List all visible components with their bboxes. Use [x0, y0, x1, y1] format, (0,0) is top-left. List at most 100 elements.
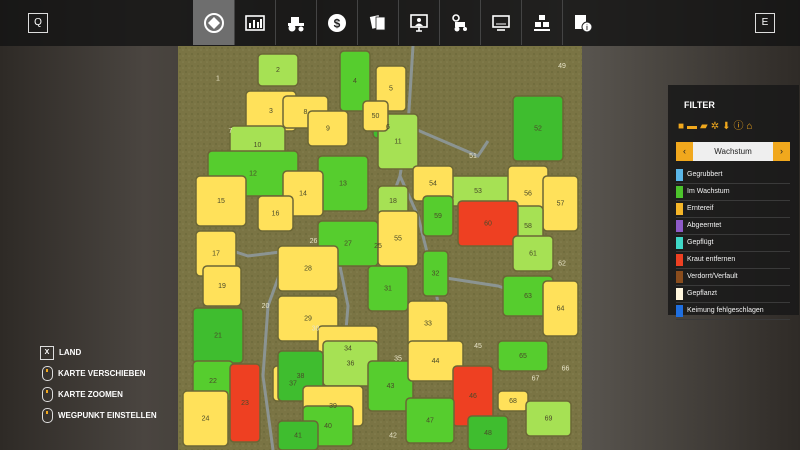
filter-icons: ■ ▬ ▰ ✲ ⬇ ⓘ ⌂	[678, 121, 753, 135]
field-label-46: 46	[469, 393, 477, 400]
trailer-icon[interactable]: ▬	[687, 121, 697, 135]
tab-prices[interactable]	[234, 0, 275, 45]
field-label-52: 52	[534, 126, 542, 133]
legend-swatch	[676, 305, 683, 317]
tab-production[interactable]	[521, 0, 562, 45]
legend-label: Abgeerntet	[687, 222, 722, 229]
field-label-60: 60	[484, 221, 492, 228]
presentation-icon	[409, 13, 428, 32]
field-label-20: 20	[262, 303, 270, 310]
field-label-56: 56	[524, 191, 532, 198]
field-label-49: 49	[558, 63, 566, 70]
map-icon	[203, 12, 224, 33]
filter-dropdown[interactable]: ‹ Wachstum ›	[676, 142, 790, 161]
tab-garage[interactable]	[439, 0, 480, 45]
field-label-10: 10	[254, 142, 262, 149]
legend-label: Gegrubbert	[687, 171, 723, 178]
field-label-29: 29	[304, 316, 312, 323]
field-label-62: 62	[558, 261, 566, 268]
tab-vehicles[interactable]	[275, 0, 316, 45]
field-label-23: 23	[241, 400, 249, 407]
tractor-icon[interactable]: ■	[678, 121, 684, 135]
field-label-8: 8	[304, 109, 308, 116]
legend-swatch	[676, 254, 683, 266]
field-label-44: 44	[432, 358, 440, 365]
field-label-65: 65	[519, 353, 527, 360]
field-label-66: 66	[562, 366, 570, 373]
chart-icon	[244, 14, 265, 31]
control-hint: WEGPUNKT EINSTELLEN	[40, 405, 157, 426]
chevron-right-icon[interactable]: ›	[773, 142, 790, 161]
key-icon[interactable]: X	[40, 345, 54, 360]
alert-icon[interactable]: ⓘ	[734, 121, 744, 135]
field-label-63: 63	[524, 293, 532, 300]
control-hint: KARTE ZOOMEN	[40, 384, 157, 405]
prev-tab-key[interactable]: Q	[28, 13, 48, 33]
field-label-42: 42	[389, 433, 397, 440]
farm-map[interactable]: 1 2 3 4 5 6 7 8 9 10 11 12 13 14 15 16 17 18 19 20 21 22 23 24 2…	[178, 46, 582, 450]
field-label-64: 64	[557, 306, 565, 313]
field-label-38: 38	[297, 373, 305, 380]
legend-item[interactable]: Erntereif	[676, 201, 790, 218]
legend-item[interactable]: Verdorrt/Verfault	[676, 269, 790, 286]
field-label-34: 34	[344, 346, 352, 353]
truck-icon[interactable]: ▰	[700, 121, 708, 135]
tab-map[interactable]	[193, 0, 234, 45]
field-label-39: 39	[329, 403, 337, 410]
field-label-19: 19	[218, 283, 226, 290]
field-label-58: 58	[524, 223, 532, 230]
field-label-50: 50	[372, 113, 380, 120]
field-label-4: 4	[353, 78, 357, 85]
field-label-28: 28	[304, 266, 312, 273]
legend-label: Gepflanzt	[687, 290, 717, 297]
legend-item[interactable]: Gepflanzt	[676, 286, 790, 303]
field-label-48: 48	[484, 430, 492, 437]
legend-swatch	[676, 271, 683, 283]
tab-contracts[interactable]	[357, 0, 398, 45]
field-label-25: 25	[374, 243, 382, 250]
tractor-icon	[287, 16, 304, 31]
legend-label: Verdorrt/Verfault	[687, 273, 738, 280]
field-label-18: 18	[389, 198, 397, 205]
field-label-40: 40	[324, 423, 332, 430]
legend-swatch	[676, 186, 683, 198]
legend-swatch	[676, 288, 683, 300]
legend-label: Kraut entfernen	[687, 256, 736, 263]
production-icon	[533, 14, 550, 31]
tab-finances[interactable]: $	[316, 0, 357, 45]
tab-help[interactable]	[398, 0, 439, 45]
tab-info[interactable]: i	[562, 0, 603, 45]
filter-dropdown-value: Wachstum	[714, 147, 752, 156]
legend-item[interactable]: Abgeerntet	[676, 218, 790, 235]
next-tab-key[interactable]: E	[755, 13, 775, 33]
field-label-30: 30	[312, 326, 320, 333]
legend-item[interactable]: Im Wachstum	[676, 184, 790, 201]
field-label-22: 22	[209, 378, 217, 385]
field-label-3: 3	[269, 108, 273, 115]
legend-item[interactable]: Gegrubbert	[676, 167, 790, 184]
mouse-icon	[42, 366, 53, 381]
legend-item[interactable]: Gepflügt	[676, 235, 790, 252]
control-label: WEGPUNKT EINSTELLEN	[58, 411, 157, 420]
info-icon: i	[574, 14, 592, 32]
gear-icon[interactable]: ✲	[711, 121, 719, 135]
field-label-68: 68	[509, 398, 517, 405]
field-label-61: 61	[529, 251, 537, 258]
home-icon[interactable]: ⌂	[747, 121, 753, 135]
legend-swatch	[676, 203, 683, 215]
legend-swatch	[676, 169, 683, 181]
legend-item[interactable]: Keimung fehlgeschlagen	[676, 303, 790, 320]
field-label-21: 21	[214, 333, 222, 340]
chevron-left-icon[interactable]: ‹	[676, 142, 693, 161]
legend-item[interactable]: Kraut entfernen	[676, 252, 790, 269]
monitor-icon	[491, 14, 510, 31]
field-label-2: 2	[276, 67, 280, 74]
download-icon[interactable]: ⬇	[722, 121, 730, 135]
field-label-55: 55	[394, 236, 402, 243]
mouse-icon	[42, 387, 53, 402]
filter-legend: Gegrubbert Im Wachstum Erntereif Abgeerntet…	[676, 167, 790, 320]
map-canvas[interactable]: 12345678910 11121314151617181920212223242…	[178, 46, 582, 450]
filter-title: FILTER	[684, 100, 715, 110]
field-label-26: 26	[310, 238, 318, 245]
tab-monitor[interactable]	[480, 0, 521, 45]
